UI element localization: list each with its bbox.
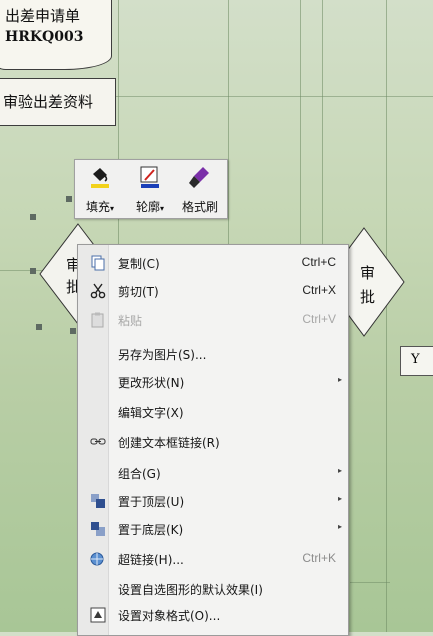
format-object-icon	[90, 607, 106, 623]
document-title: 出差申请单	[5, 7, 81, 25]
menu-item-paste[interactable]: 粘贴 Ctrl+V	[78, 308, 348, 332]
format-painter-button[interactable]: 格式刷	[177, 162, 223, 216]
process-shape[interactable]: 审验出差资料	[0, 78, 116, 126]
paintbrush-icon	[189, 167, 209, 188]
context-menu: 复制(C) Ctrl+C 剪切(T) Ctrl+X 粘贴 Ctrl+V 另存为图…	[77, 244, 349, 636]
submenu-arrow-icon: ▸	[337, 494, 342, 503]
menu-item-hyperlink[interactable]: 超链接(H)... Ctrl+K	[78, 547, 348, 571]
menu-item-copy[interactable]: 复制(C) Ctrl+C	[78, 251, 348, 275]
outline-label: 轮廓	[135, 200, 160, 214]
chevron-down-icon: ▾	[160, 204, 165, 213]
document-shape[interactable]: 出差申请单 HRKQ003	[0, 0, 112, 70]
send-to-back-icon	[91, 522, 105, 536]
process-label: 审验出差资料	[3, 93, 94, 111]
document-code: HRKQ003	[5, 29, 84, 45]
menu-item-group[interactable]: 组合(G) ▸	[78, 461, 348, 485]
menu-item-bring-to-front[interactable]: 置于顶层(U) ▸	[78, 489, 348, 513]
format-painter-label: 格式刷	[181, 200, 218, 214]
outline-button[interactable]: 轮廓▾	[127, 162, 173, 216]
selection-handle[interactable]	[30, 214, 36, 220]
submenu-arrow-icon: ▸	[337, 466, 342, 475]
fill-label: 填充	[85, 200, 110, 214]
bring-to-front-icon	[91, 494, 105, 508]
submenu-arrow-icon: ▸	[337, 522, 342, 531]
outline-pen-icon	[140, 166, 159, 188]
yes-label: Y	[411, 352, 420, 367]
yes-label-box[interactable]: Y	[400, 346, 433, 376]
fill-button[interactable]: 填充▾	[77, 162, 123, 216]
selection-handle[interactable]	[36, 324, 42, 330]
selection-handle[interactable]	[66, 196, 72, 202]
hyperlink-icon	[90, 552, 104, 566]
mini-toolbar: 填充▾ 轮廓▾ 格式刷	[74, 159, 228, 219]
paint-bucket-icon	[91, 168, 109, 188]
menu-item-set-default-shape-effect[interactable]: 设置自选图形的默认效果(I)	[78, 577, 348, 601]
menu-item-save-as-picture[interactable]: 另存为图片(S)...	[78, 342, 348, 366]
cut-icon	[90, 283, 106, 299]
menu-item-send-to-back[interactable]: 置于底层(K) ▸	[78, 517, 348, 541]
menu-item-format-object[interactable]: 设置对象格式(O)...	[78, 603, 348, 627]
link-textbox-icon	[90, 438, 106, 445]
menu-item-cut[interactable]: 剪切(T) Ctrl+X	[78, 279, 348, 303]
menu-item-change-shape[interactable]: 更改形状(N) ▸	[78, 370, 348, 394]
copy-icon	[91, 255, 105, 271]
chevron-down-icon: ▾	[110, 204, 115, 213]
submenu-arrow-icon: ▸	[337, 375, 342, 384]
right-decision-line2: 批	[360, 288, 376, 306]
right-decision-line1: 审	[360, 264, 376, 282]
selection-handle[interactable]	[30, 268, 36, 274]
paste-icon	[91, 312, 104, 328]
selection-handle[interactable]	[70, 328, 76, 334]
menu-item-edit-text[interactable]: 编辑文字(X)	[78, 400, 348, 424]
menu-item-create-textbox-link[interactable]: 创建文本框链接(R)	[78, 430, 348, 454]
